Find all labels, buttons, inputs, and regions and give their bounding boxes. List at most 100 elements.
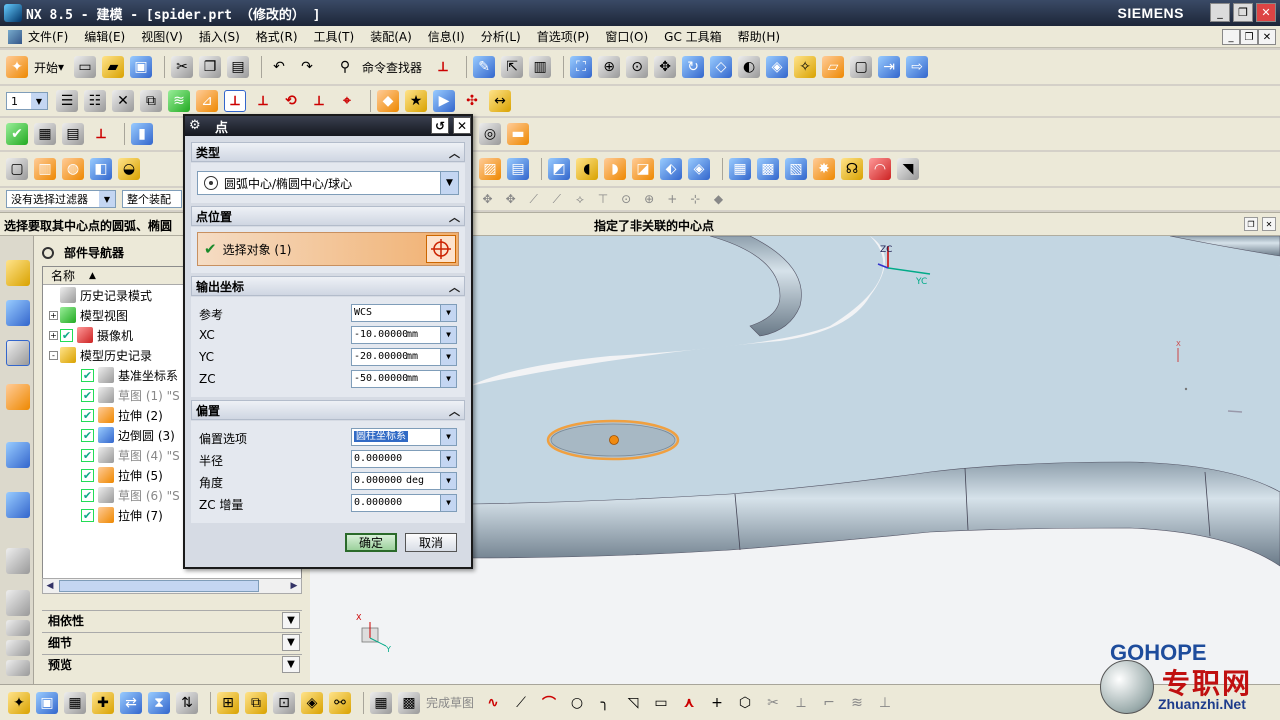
snap-icon[interactable]: ★ <box>405 90 427 112</box>
chamfer-icon[interactable]: ◗ <box>604 158 626 180</box>
expression-icon[interactable]: ▦ <box>34 123 56 145</box>
sequence-icon[interactable]: ◈ <box>301 691 323 714</box>
point-picker-icon[interactable] <box>426 235 456 263</box>
collapse-icon[interactable]: ︿ <box>449 209 460 225</box>
revolve-icon[interactable]: ◍ <box>62 158 84 180</box>
doc-minimize-button[interactable]: _ <box>1222 29 1240 45</box>
cylinder-icon[interactable]: ▮ <box>131 123 153 145</box>
scroll-thumb[interactable] <box>59 580 259 592</box>
hd3d-tools-icon[interactable] <box>6 442 30 468</box>
clearance-icon[interactable]: ⚯ <box>329 691 351 714</box>
maximize-button[interactable]: ❐ <box>1233 3 1253 22</box>
visibility-checkbox[interactable]: ✔ <box>81 488 94 502</box>
zoom-icon[interactable]: ⊕ <box>598 56 621 78</box>
split-body-icon[interactable]: ⬖ <box>660 158 682 180</box>
chevron-down-icon[interactable]: ▼ <box>440 349 456 365</box>
save-icon[interactable]: ▣ <box>130 56 153 78</box>
assembly-icon[interactable]: ▣ <box>36 691 58 714</box>
chevron-down-icon[interactable]: ▼ <box>440 473 456 489</box>
section-dependencies[interactable]: 相依性 ▼ <box>42 610 302 630</box>
copy-icon[interactable]: ❐ <box>199 56 222 78</box>
menu-format[interactable]: 格式(R) <box>256 28 298 45</box>
menu-gc-toolkit[interactable]: GC 工具箱 <box>664 28 722 45</box>
collapse-icon[interactable]: ︿ <box>449 145 460 161</box>
chevron-down-icon[interactable]: ▼ <box>440 371 456 387</box>
measure-distance-icon[interactable]: ↔ <box>489 90 511 112</box>
sketch-task-icon[interactable]: ▦ <box>370 691 392 714</box>
section-output-coords[interactable]: 输出坐标 ︿ <box>191 276 465 296</box>
datum-csys-icon[interactable]: ⟂ <box>90 123 112 145</box>
expand-icon[interactable]: + <box>49 330 58 340</box>
system-materials-icon[interactable] <box>6 590 30 616</box>
zc-input[interactable]: -50.00000 mm ▼ <box>351 370 457 388</box>
expand-icon[interactable]: + <box>49 310 58 320</box>
pin-icon[interactable] <box>42 246 54 259</box>
rectangle-icon[interactable]: ▭ <box>650 692 672 714</box>
process-studio-icon[interactable] <box>6 620 30 636</box>
through-mesh-icon[interactable]: ▩ <box>757 158 779 180</box>
menu-view[interactable]: 视图(V) <box>141 28 183 45</box>
zoom-in-out-icon[interactable]: ⊙ <box>626 56 649 78</box>
menu-edit[interactable]: 编辑(E) <box>84 28 125 45</box>
reference-select[interactable]: WCS ▼ <box>351 304 457 322</box>
doc-close-button[interactable]: ✕ <box>1258 29 1276 45</box>
rotate-icon[interactable]: ↻ <box>682 56 705 78</box>
extrude-icon[interactable]: ▥ <box>34 158 56 180</box>
xc-input[interactable]: -10.00000 mm ▼ <box>351 326 457 344</box>
csys-orient-icon[interactable]: ⊿ <box>196 90 218 112</box>
assembly-navigator-icon[interactable] <box>6 260 30 286</box>
snap-midpoint-icon[interactable]: ⟋ <box>548 188 565 210</box>
add-component-icon[interactable]: ✚ <box>92 691 114 714</box>
quick-trim-icon[interactable]: ✂ <box>762 692 784 714</box>
redo-icon[interactable]: ↷ <box>296 56 318 78</box>
make-corner-icon[interactable]: ⌐ <box>818 692 840 714</box>
component-icon[interactable]: ▦ <box>64 691 86 714</box>
part-navigator-icon[interactable] <box>6 340 30 366</box>
shell-icon[interactable]: ◎ <box>479 123 501 145</box>
wcs-rotate-icon[interactable]: ⟲ <box>280 90 302 112</box>
minimize-button[interactable]: _ <box>1210 3 1230 22</box>
web-browser-icon[interactable] <box>6 492 30 518</box>
edge-blend-icon[interactable]: ◖ <box>576 158 598 180</box>
radius-input[interactable]: 0.000000 ▼ <box>351 450 457 468</box>
copy-to-layer-icon[interactable]: ⧉ <box>140 90 162 112</box>
yc-input[interactable]: -20.00000 mm ▼ <box>351 348 457 366</box>
layer-icon[interactable]: ▱ <box>822 56 845 78</box>
wave-linker-icon[interactable]: ⊞ <box>217 691 239 714</box>
render-style-icon[interactable]: ◐ <box>738 56 761 78</box>
arc-icon[interactable]: ⌒ <box>538 692 560 714</box>
scope-filter-select[interactable]: 整个装配 <box>122 190 182 208</box>
sew-icon[interactable]: ◥ <box>897 158 919 180</box>
trim-body-icon[interactable]: ◪ <box>632 158 654 180</box>
constraint-icon[interactable]: ⊥ <box>874 692 896 714</box>
checkmark-icon[interactable]: ✔ <box>6 123 28 145</box>
move-component-icon[interactable]: ⇄ <box>120 691 142 714</box>
snap-center-icon[interactable]: ⊙ <box>618 188 635 210</box>
menu-insert[interactable]: 插入(S) <box>199 28 240 45</box>
menu-file[interactable]: 文件(F) <box>28 28 68 45</box>
offset-face-icon[interactable]: ◈ <box>688 158 710 180</box>
visibility-checkbox[interactable]: ✔ <box>81 508 94 522</box>
swept-icon[interactable]: ▧ <box>785 158 807 180</box>
paste-icon[interactable]: ▤ <box>227 56 250 78</box>
snap-point-icon[interactable]: + <box>664 188 681 210</box>
section-preview[interactable]: 预览 ▼ <box>42 654 302 674</box>
chevron-down-icon[interactable]: ▼ <box>440 327 456 343</box>
collapse-icon[interactable]: - <box>49 350 58 360</box>
fit-icon[interactable]: ⛶ <box>570 56 593 78</box>
zc-increment-input[interactable]: 0.000000 ▼ <box>351 494 457 512</box>
highlight-icon[interactable]: ✧ <box>794 56 817 78</box>
scroll-left-icon[interactable]: ◀ <box>43 579 57 593</box>
angle-input[interactable]: 0.000000 deg ▼ <box>351 472 457 490</box>
wcs-origin-icon[interactable]: ⇨ <box>906 56 929 78</box>
n-sided-icon[interactable]: ✸ <box>813 158 835 180</box>
status-restore-button[interactable]: ❐ <box>1244 217 1258 231</box>
hole-icon[interactable]: ◒ <box>118 158 140 180</box>
boss-icon[interactable]: ▨ <box>479 158 501 180</box>
visibility-checkbox[interactable]: ✔ <box>81 368 94 382</box>
quick-extend-icon[interactable]: ⟂ <box>790 692 812 714</box>
cancel-button[interactable]: 取消 <box>405 533 457 552</box>
close-window-button[interactable]: ✕ <box>1256 3 1276 22</box>
snap-intersect-icon[interactable]: ⊹ <box>687 188 704 210</box>
collapse-icon[interactable]: ︿ <box>449 279 460 295</box>
